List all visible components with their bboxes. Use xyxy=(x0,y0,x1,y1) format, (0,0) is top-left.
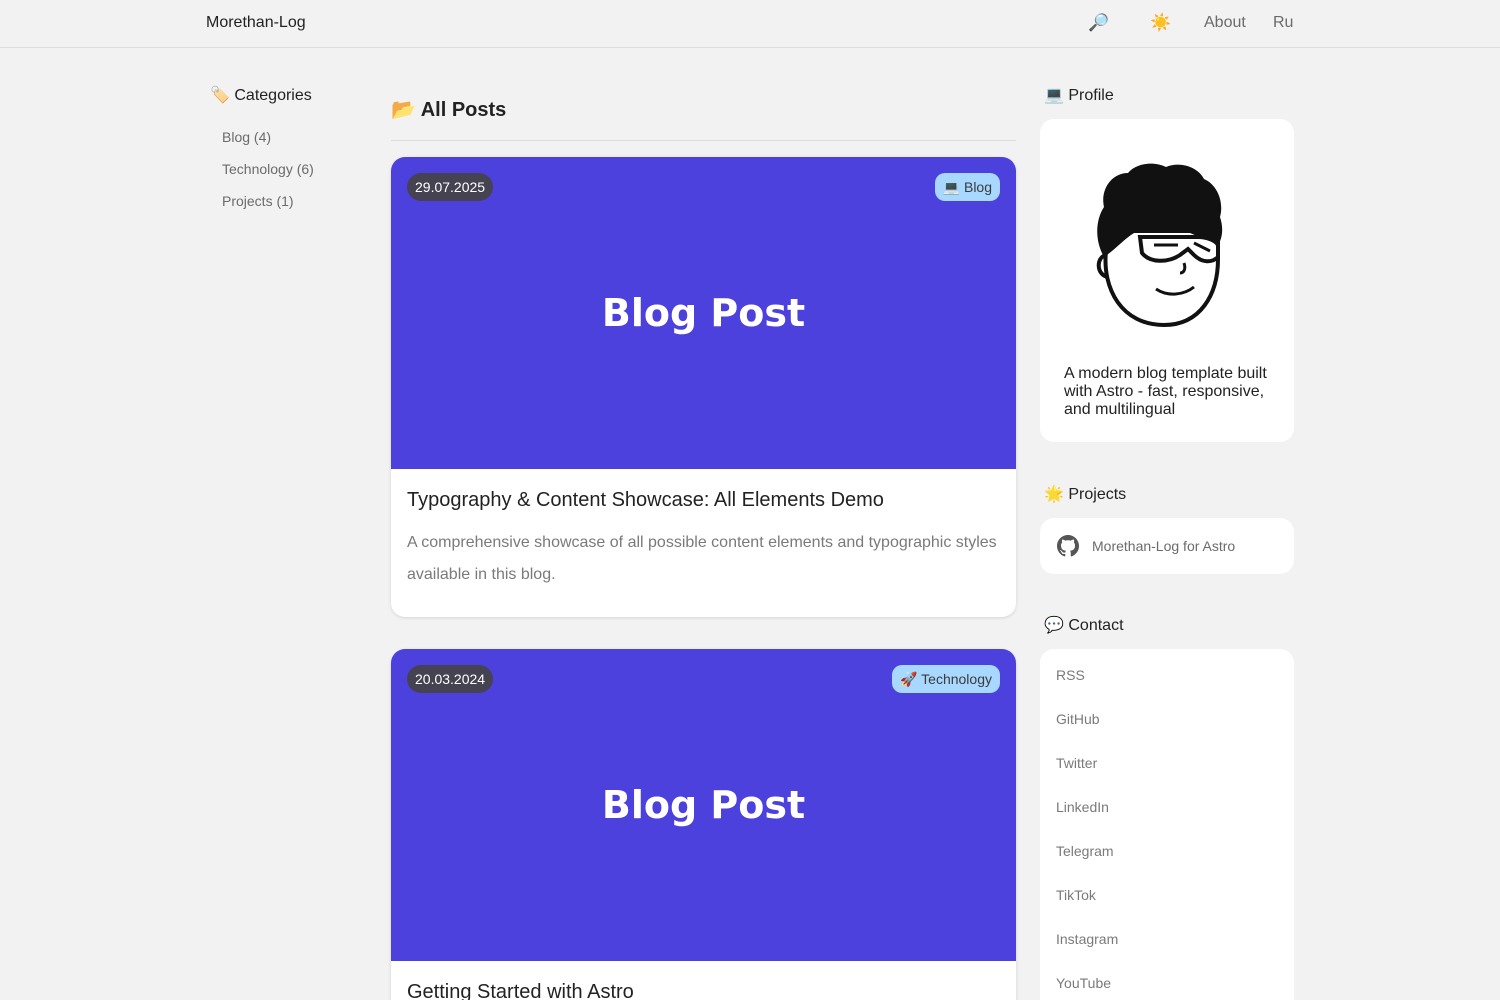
cover-text: Blog Post xyxy=(601,783,806,827)
post-body: Typography & Content Showcase: All Eleme… xyxy=(391,469,1016,617)
post-category-badge[interactable]: 🚀 Technology xyxy=(892,665,1000,693)
category-item-blog[interactable]: Blog (4) xyxy=(222,129,271,145)
page-title: 📂 All Posts xyxy=(391,99,507,121)
project-link[interactable]: Morethan-Log for Astro xyxy=(1092,538,1235,554)
language-switch[interactable]: Ru xyxy=(1273,14,1293,32)
contact-link-linkedin[interactable]: LinkedIn xyxy=(1056,799,1109,815)
categories-title: 🏷️ Categories xyxy=(210,87,312,104)
post-category-badge[interactable]: 💻 Blog xyxy=(934,173,1000,201)
profile-bio: A modern blog template built with Astro … xyxy=(1064,365,1267,418)
contact-link-telegram[interactable]: Telegram xyxy=(1056,843,1114,859)
cover-text: Blog Post xyxy=(601,291,806,335)
post-cover-image: Blog Post 20.03.2024 🚀 Technology xyxy=(391,649,1016,961)
brand-link[interactable]: Morethan-Log xyxy=(206,14,306,32)
profile-card: A modern blog template built with Astro … xyxy=(1040,119,1294,442)
projects-card: Morethan-Log for Astro xyxy=(1040,518,1294,574)
contact-link-youtube[interactable]: YouTube xyxy=(1056,975,1111,991)
post-date-badge: 20.03.2024 xyxy=(407,665,494,693)
top-navbar: Morethan-Log 🔎 ☀️ About Ru xyxy=(0,0,1500,48)
github-icon xyxy=(1057,535,1079,557)
title-divider xyxy=(391,140,1016,141)
projects-title: 🌟 Projects xyxy=(1044,486,1127,503)
post-description: A comprehensive showcase of all possible… xyxy=(407,534,997,583)
avatar-illustration xyxy=(1096,163,1223,328)
post-cover-image: Blog Post 29.07.2025 💻 Blog xyxy=(391,157,1016,469)
category-item-technology[interactable]: Technology (6) xyxy=(222,161,314,177)
contact-link-rss[interactable]: RSS xyxy=(1056,667,1085,683)
search-icon[interactable]: 🔎 xyxy=(1088,13,1109,33)
profile-title: 💻 Profile xyxy=(1044,87,1114,104)
post-card[interactable]: Blog Post 20.03.2024 🚀 Technology Gettin… xyxy=(391,649,1016,1000)
contact-link-github[interactable]: GitHub xyxy=(1056,711,1100,727)
contact-link-twitter[interactable]: Twitter xyxy=(1056,755,1097,771)
post-body: Getting Started with Astro xyxy=(391,961,1016,1000)
theme-toggle-icon[interactable]: ☀️ xyxy=(1150,13,1171,33)
contact-link-tiktok[interactable]: TikTok xyxy=(1056,887,1096,903)
about-link[interactable]: About xyxy=(1204,14,1246,32)
contact-link-instagram[interactable]: Instagram xyxy=(1056,931,1118,947)
post-title[interactable]: Typography & Content Showcase: All Eleme… xyxy=(407,489,1000,511)
category-item-projects[interactable]: Projects (1) xyxy=(222,193,294,209)
contact-title: 💬 Contact xyxy=(1044,617,1124,634)
post-card[interactable]: Blog Post 29.07.2025 💻 Blog Typography &… xyxy=(391,157,1016,617)
post-date-badge: 29.07.2025 xyxy=(407,173,494,201)
post-title[interactable]: Getting Started with Astro xyxy=(407,981,1000,1000)
contact-card: RSS GitHub Twitter LinkedIn Telegram Tik… xyxy=(1040,649,1294,1000)
